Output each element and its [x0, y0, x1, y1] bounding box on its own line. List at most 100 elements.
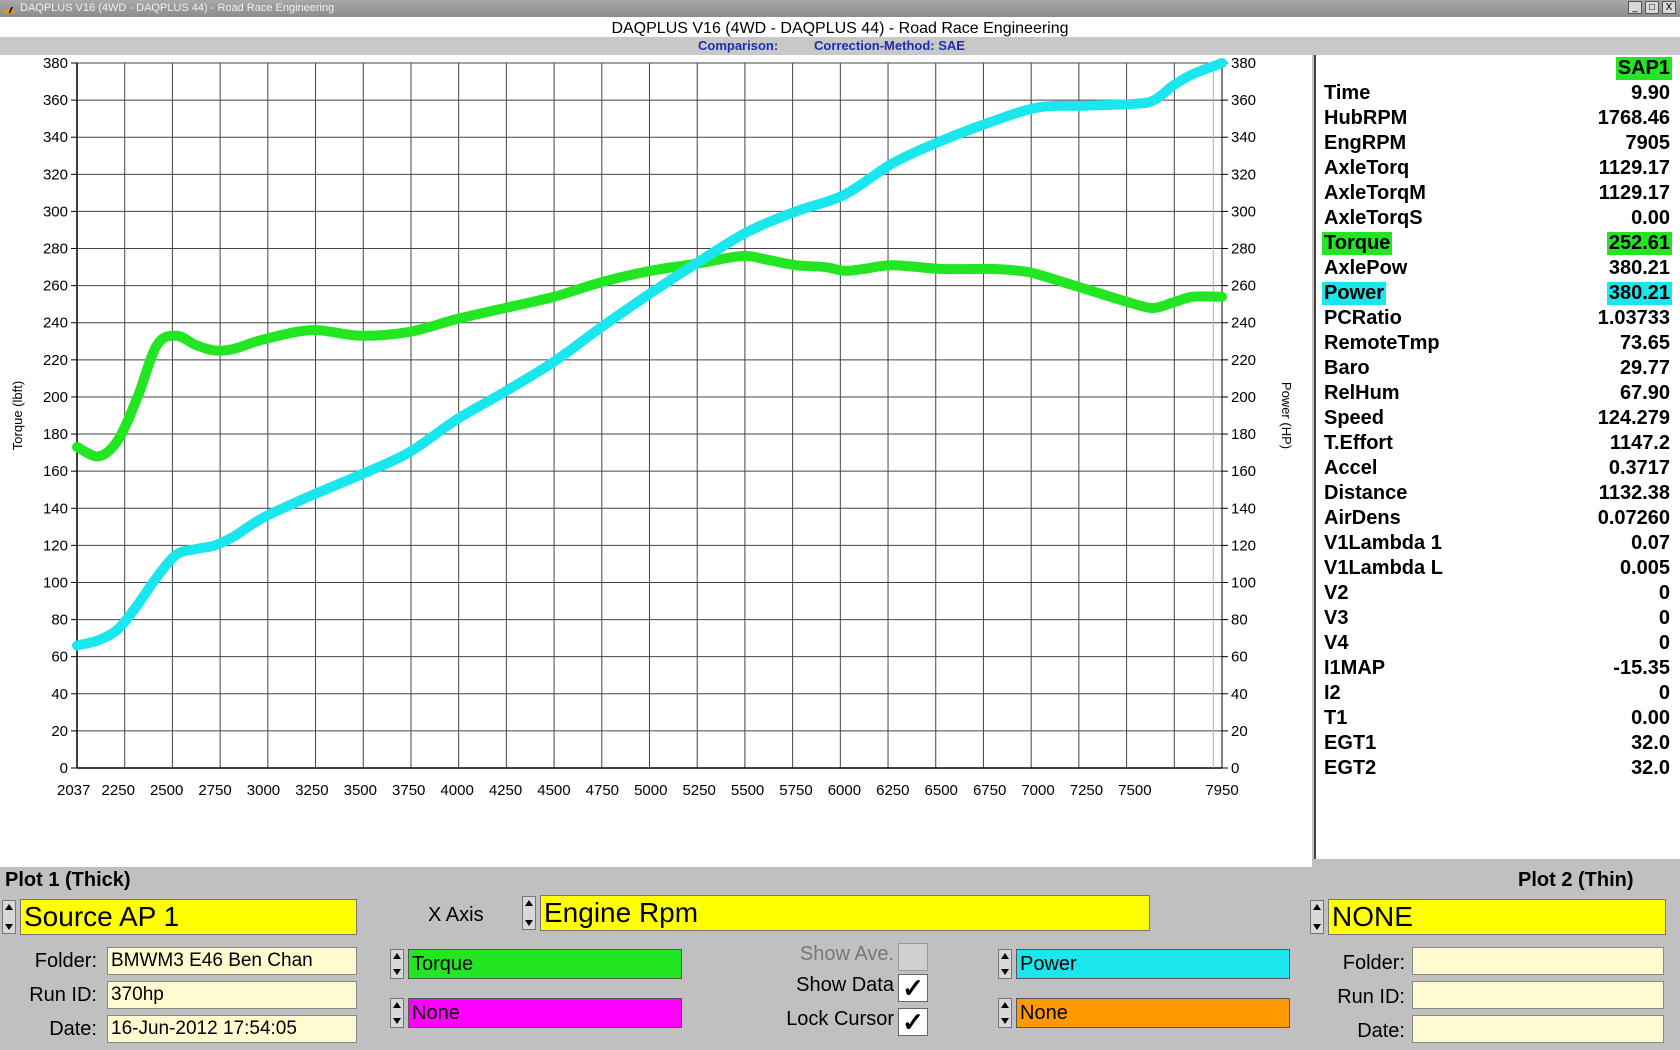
source1-spinner[interactable]	[2, 900, 16, 934]
data-row: AxlePow 380.21	[1320, 257, 1672, 281]
data-row-label: V4	[1324, 632, 1349, 654]
date2-field[interactable]	[1412, 1015, 1664, 1043]
data-row: Time 9.90	[1320, 82, 1672, 106]
show-ave-checkbox[interactable]	[898, 943, 928, 971]
data-row-value: 9.90	[1631, 82, 1670, 104]
source2-field[interactable]: NONE	[1328, 899, 1666, 935]
runid2-label: Run ID:	[1337, 986, 1405, 1008]
runid1-field[interactable]: 370hp	[107, 981, 357, 1009]
y-axis-label-right: Power (HP)	[1279, 382, 1294, 449]
data-row-label: EGT2	[1324, 757, 1377, 779]
data-row-label: AxlePow	[1324, 257, 1408, 279]
data-row-value: 32.0	[1631, 757, 1670, 779]
y-tick-label-right: 380	[1231, 55, 1256, 72]
channel1b-spinner[interactable]	[390, 998, 404, 1028]
data-row-value: 0.00	[1631, 207, 1670, 229]
data-row-label: AxleTorqS	[1324, 207, 1423, 229]
x-tick-label: 7000	[1021, 782, 1054, 799]
plot2-title: Plot 2 (Thin)	[1518, 869, 1634, 891]
data-row: V1Lambda 1 0.07	[1320, 532, 1672, 556]
runid1-label: Run ID:	[29, 984, 97, 1006]
data-row: AxleTorqM 1129.17	[1320, 182, 1672, 206]
y-tick-label-left: 0	[60, 760, 68, 777]
lock-cursor-label: Lock Cursor	[786, 1008, 894, 1030]
y-tick-label-right: 320	[1231, 166, 1256, 183]
y-tick-label-left: 40	[51, 686, 68, 703]
data-row-value: 67.90	[1619, 382, 1670, 404]
data-row-label: I1MAP	[1324, 657, 1386, 679]
data-row: EGT2 32.0	[1320, 757, 1672, 781]
data-row: V2 0	[1320, 582, 1672, 606]
y-tick-label-left: 140	[43, 500, 68, 517]
y-tick-label-left: 380	[43, 55, 68, 72]
data-row: T.Effort 1147.2	[1320, 432, 1672, 456]
data-row-value: 380.21	[1608, 257, 1670, 279]
x-tick-label: 7500	[1118, 782, 1151, 799]
show-data-label: Show Data	[796, 974, 894, 996]
channel2a-spinner[interactable]	[998, 949, 1012, 979]
data-row-value: 0	[1658, 607, 1670, 629]
x-tick-label: 2037	[57, 782, 90, 799]
channel2b-spinner[interactable]	[998, 998, 1012, 1028]
channel2b-field[interactable]: None	[1016, 998, 1290, 1028]
source2-spinner[interactable]	[1310, 900, 1324, 934]
x-tick-label: 4250	[489, 782, 522, 799]
y-tick-label-right: 280	[1231, 241, 1256, 258]
data-row-value: 29.77	[1619, 357, 1670, 379]
y-tick-label-left: 300	[43, 203, 68, 220]
x-axis-spinner[interactable]	[522, 896, 536, 930]
data-row-label: EGT1	[1324, 732, 1377, 754]
runid2-field[interactable]	[1412, 981, 1664, 1009]
x-tick-label: 5750	[779, 782, 812, 799]
x-tick-label: 6750	[973, 782, 1006, 799]
data-row-label: Torque	[1322, 232, 1393, 255]
data-row: V3 0	[1320, 607, 1672, 631]
x-axis-field[interactable]: Engine Rpm	[540, 895, 1150, 931]
data-row-value: 0	[1658, 632, 1670, 654]
data-row-value: 0	[1658, 582, 1670, 604]
chart-svg[interactable]: 0 0 20 20 40 40 60 60 80 80 100 100 120 120 140 140 160 1…	[0, 55, 1312, 867]
y-axis-label-left: Torque (lbft)	[10, 381, 25, 450]
y-tick-label-left: 340	[43, 129, 68, 146]
x-tick-label: 3000	[247, 782, 280, 799]
restore-button[interactable]: □	[1645, 1, 1659, 14]
data-row-value: 73.65	[1619, 332, 1670, 354]
y-tick-label-left: 260	[43, 278, 68, 295]
channel2a-field[interactable]: Power	[1016, 949, 1290, 979]
data-row: V4 0	[1320, 632, 1672, 656]
data-row: RelHum 67.90	[1320, 382, 1672, 406]
x-tick-label: 5500	[731, 782, 764, 799]
window-title-bar[interactable]: DAQPLUS V16 (4WD - DAQPLUS 44) - Road Ra…	[0, 0, 1680, 17]
data-row: I2 0	[1320, 682, 1672, 706]
y-tick-label-left: 280	[43, 241, 68, 258]
comparison-bar: Comparison: Correction-Method: SAE	[0, 37, 1680, 55]
lock-cursor-checkbox[interactable]: ✓	[898, 1008, 928, 1036]
folder2-field[interactable]	[1412, 947, 1664, 975]
data-row: Power 380.21	[1320, 282, 1672, 306]
y-tick-label-right: 140	[1231, 500, 1256, 517]
data-row-label: V2	[1324, 582, 1349, 604]
channel1a-field[interactable]: Torque	[408, 949, 682, 979]
y-tick-label-left: 220	[43, 352, 68, 369]
channel1b-field[interactable]: None	[408, 998, 682, 1028]
data-row-value: 1129.17	[1598, 157, 1670, 179]
data-row-label: T.Effort	[1324, 432, 1393, 454]
minimize-button[interactable]: _	[1628, 1, 1642, 14]
data-row-label: Baro	[1324, 357, 1370, 379]
dyno-chart[interactable]: 0 0 20 20 40 40 60 60 80 80 100 100 120 120 140 140 160 1…	[0, 55, 1312, 867]
source1-field[interactable]: Source AP 1	[20, 899, 357, 935]
data-row-value: 0.00	[1631, 707, 1670, 729]
x-tick-label: 5000	[634, 782, 667, 799]
channel1a-spinner[interactable]	[390, 949, 404, 979]
x-tick-label: 6250	[876, 782, 909, 799]
date1-field[interactable]: 16-Jun-2012 17:54:05	[107, 1015, 357, 1043]
data-row-label: RemoteTmp	[1324, 332, 1440, 354]
y-tick-label-right: 340	[1231, 129, 1256, 146]
close-button[interactable]: X	[1662, 1, 1676, 14]
show-data-checkbox[interactable]: ✓	[898, 974, 928, 1002]
data-row: EGT1 32.0	[1320, 732, 1672, 756]
x-tick-label: 4500	[537, 782, 570, 799]
data-row: Distance 1132.38	[1320, 482, 1672, 506]
folder1-field[interactable]: BMWM3 E46 Ben Chan	[107, 947, 357, 975]
date2-label: Date:	[1357, 1020, 1405, 1042]
